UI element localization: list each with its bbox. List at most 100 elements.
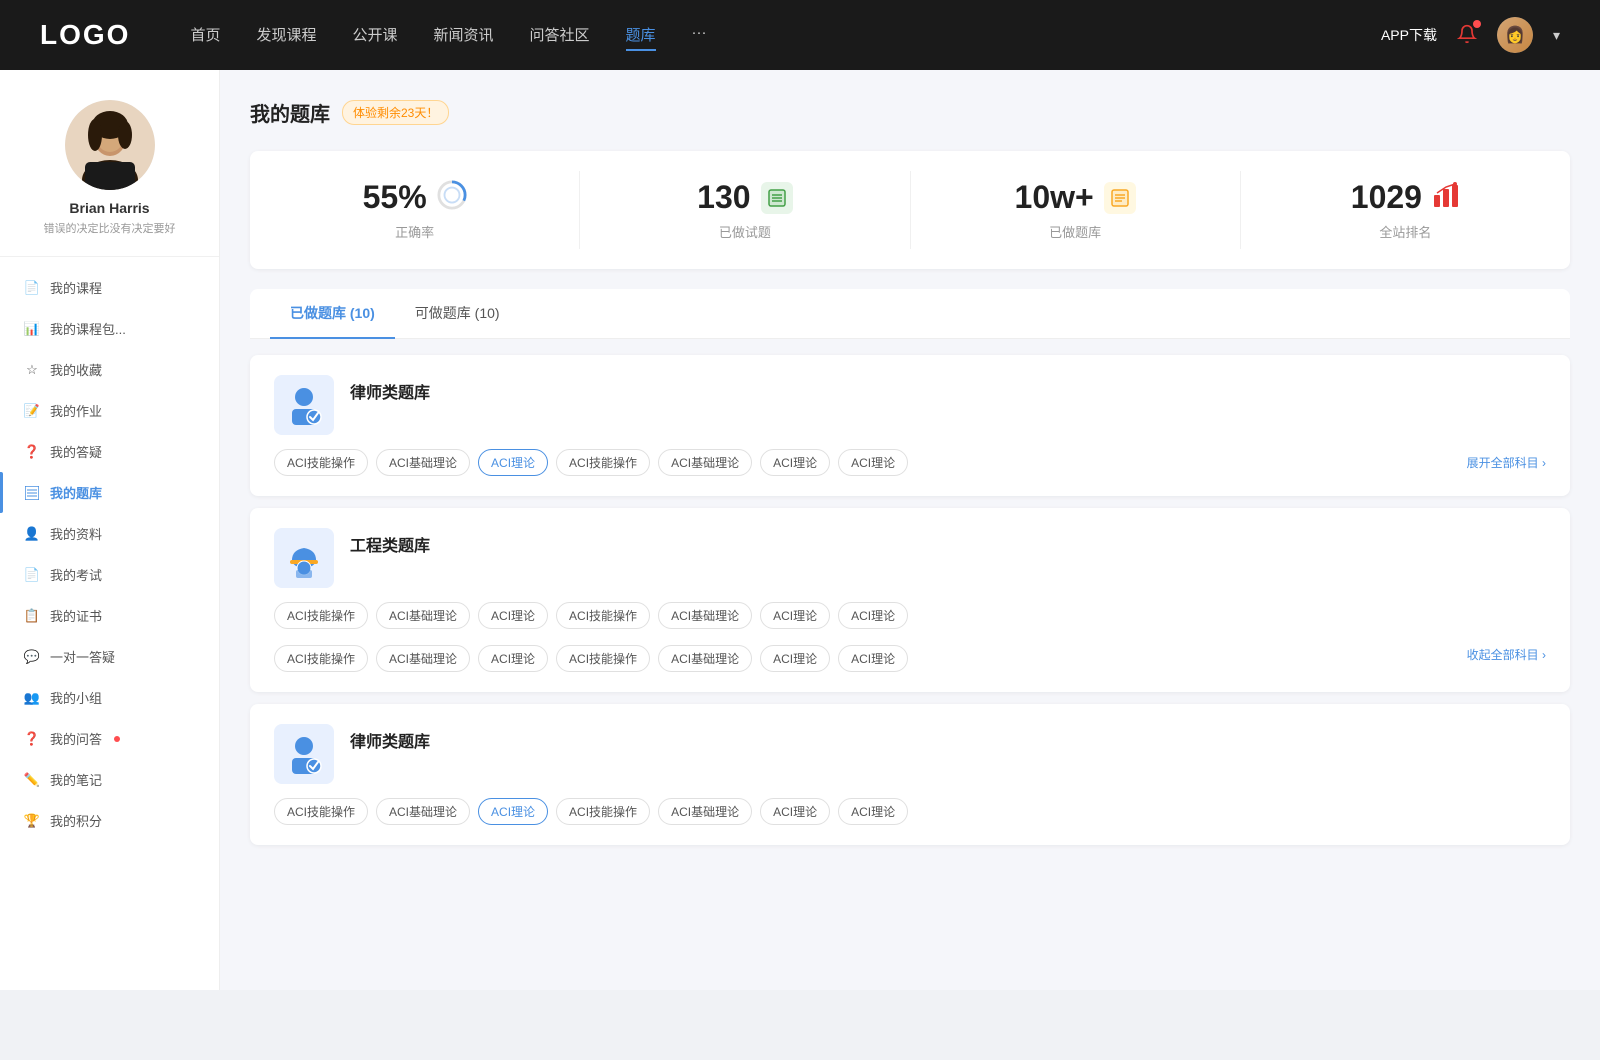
tag-2r2-6[interactable]: ACI理论	[838, 645, 908, 672]
qbank-icon	[24, 485, 40, 501]
1on1-icon: 💬	[24, 649, 40, 665]
sidebar-item-exam[interactable]: 📄 我的考试	[0, 554, 219, 595]
tag-1-2[interactable]: ACI理论	[478, 449, 548, 476]
tag-1-1[interactable]: ACI基础理论	[376, 449, 470, 476]
app-download-button[interactable]: APP下载	[1381, 25, 1437, 45]
tag-1-0[interactable]: ACI技能操作	[274, 449, 368, 476]
rank-label: 全站排名	[1261, 222, 1550, 241]
tag-3-3[interactable]: ACI技能操作	[556, 798, 650, 825]
sidebar-item-coursepackage[interactable]: 📊 我的课程包...	[0, 308, 219, 349]
tag-2-6[interactable]: ACI理论	[838, 602, 908, 629]
certificate-icon: 📋	[24, 608, 40, 624]
trial-badge: 体验剩余23天！	[342, 100, 449, 125]
sidebar-item-certificate[interactable]: 📋 我的证书	[0, 595, 219, 636]
tag-2r2-4[interactable]: ACI基础理论	[658, 645, 752, 672]
tag-3-2[interactable]: ACI理论	[478, 798, 548, 825]
myqa-icon: ❓	[24, 731, 40, 747]
nav-discover[interactable]: 发现课程	[256, 20, 316, 51]
stat-done-banks: 10w+ 已做题库	[911, 171, 1241, 249]
qbank-tags-2-row2: ACI技能操作 ACI基础理论 ACI理论 ACI技能操作 ACI基础理论 AC…	[274, 645, 908, 672]
notification-badge	[1473, 20, 1481, 28]
sidebar-item-1on1[interactable]: 💬 一对一答疑	[0, 636, 219, 677]
stat-accuracy: 55% 正确率	[250, 171, 580, 249]
tag-3-4[interactable]: ACI基础理论	[658, 798, 752, 825]
nav-home[interactable]: 首页	[190, 20, 220, 51]
navbar-right: APP下载 👩 ▾	[1381, 17, 1560, 53]
collapse-link-2[interactable]: 收起全部科目 ›	[1467, 646, 1546, 663]
tag-3-1[interactable]: ACI基础理论	[376, 798, 470, 825]
sidebar-item-notes[interactable]: ✏️ 我的笔记	[0, 759, 219, 800]
tag-1-4[interactable]: ACI基础理论	[658, 449, 752, 476]
expand-link-1[interactable]: 展开全部科目 ›	[1467, 454, 1546, 471]
qbank-icon-lawyer-1	[274, 375, 334, 435]
sidebar-item-profile[interactable]: 👤 我的资料	[0, 513, 219, 554]
tag-2-5[interactable]: ACI理论	[760, 602, 830, 629]
qbank-title-1: 律师类题库	[350, 375, 430, 403]
tag-2r2-0[interactable]: ACI技能操作	[274, 645, 368, 672]
stat-done-questions: 130 已做试题	[580, 171, 910, 249]
profile-avatar	[65, 100, 155, 190]
sidebar-item-answers[interactable]: ❓ 我的答疑	[0, 431, 219, 472]
homework-icon: 📝	[24, 403, 40, 419]
tag-2-0[interactable]: ACI技能操作	[274, 602, 368, 629]
accuracy-label: 正确率	[270, 222, 559, 241]
tab-done[interactable]: 已做题库 (10)	[270, 289, 395, 339]
tag-1-6[interactable]: ACI理论	[838, 449, 908, 476]
tag-2-3[interactable]: ACI技能操作	[556, 602, 650, 629]
sidebar-item-homework[interactable]: 📝 我的作业	[0, 390, 219, 431]
nav-qa[interactable]: 问答社区	[530, 20, 590, 51]
favorites-icon: ☆	[24, 362, 40, 378]
sidebar-item-group[interactable]: 👥 我的小组	[0, 677, 219, 718]
done-banks-icon	[1104, 182, 1136, 214]
tag-3-0[interactable]: ACI技能操作	[274, 798, 368, 825]
tag-1-3[interactable]: ACI技能操作	[556, 449, 650, 476]
done-banks-value: 10w+	[1015, 179, 1094, 216]
tab-available[interactable]: 可做题库 (10)	[395, 289, 520, 339]
nav-qbank[interactable]: 题库	[626, 20, 656, 51]
done-banks-label: 已做题库	[931, 222, 1220, 241]
notes-icon: ✏️	[24, 772, 40, 788]
sidebar-item-qbank[interactable]: 我的题库	[0, 472, 219, 513]
nav-more[interactable]: ···	[692, 20, 707, 51]
sidebar-item-favorites[interactable]: ☆ 我的收藏	[0, 349, 219, 390]
group-icon: 👥	[24, 690, 40, 706]
main-content: 我的题库 体验剩余23天！ 55% 正确率	[220, 70, 1600, 990]
qbank-icon-lawyer-2	[274, 724, 334, 784]
user-avatar[interactable]: 👩	[1497, 17, 1533, 53]
tag-3-5[interactable]: ACI理论	[760, 798, 830, 825]
qbank-title-3: 律师类题库	[350, 724, 430, 752]
sidebar-item-myqa[interactable]: ❓ 我的问答	[0, 718, 219, 759]
sidebar-item-mycourse[interactable]: 📄 我的课程	[0, 267, 219, 308]
tag-2r2-2[interactable]: ACI理论	[478, 645, 548, 672]
rank-icon	[1432, 181, 1460, 214]
navbar: LOGO 首页 发现课程 公开课 新闻资讯 问答社区 题库 ··· APP下载 …	[0, 0, 1600, 70]
done-questions-value: 130	[697, 179, 750, 216]
rank-value: 1029	[1351, 179, 1422, 216]
qbank-icon-engineer	[274, 528, 334, 588]
logo: LOGO	[40, 19, 130, 51]
qa-notification-dot	[114, 736, 120, 742]
page-wrap: Brian Harris 错误的决定比没有决定要好 📄 我的课程 📊 我的课程包…	[0, 70, 1600, 990]
tag-2r2-3[interactable]: ACI技能操作	[556, 645, 650, 672]
notification-bell[interactable]	[1457, 24, 1477, 47]
user-menu-chevron[interactable]: ▾	[1553, 27, 1560, 44]
tag-2r2-1[interactable]: ACI基础理论	[376, 645, 470, 672]
tag-3-6[interactable]: ACI理论	[838, 798, 908, 825]
qbank-tags-1: ACI技能操作 ACI基础理论 ACI理论 ACI技能操作 ACI基础理论 AC…	[274, 449, 908, 476]
tabs-row: 已做题库 (10) 可做题库 (10)	[250, 289, 1570, 339]
avatar-image: 👩	[1497, 17, 1533, 53]
nav-news[interactable]: 新闻资讯	[434, 20, 494, 51]
nav-menu: 首页 发现课程 公开课 新闻资讯 问答社区 题库 ···	[190, 20, 1381, 51]
sidebar-menu: 📄 我的课程 📊 我的课程包... ☆ 我的收藏 📝 我的作业 ❓ 我的答疑	[0, 267, 219, 841]
tag-2-1[interactable]: ACI基础理论	[376, 602, 470, 629]
tag-2-2[interactable]: ACI理论	[478, 602, 548, 629]
qbank-card-lawyer-1: 律师类题库 ACI技能操作 ACI基础理论 ACI理论 ACI技能操作 ACI基…	[250, 355, 1570, 496]
qbank-tags-3: ACI技能操作 ACI基础理论 ACI理论 ACI技能操作 ACI基础理论 AC…	[274, 798, 908, 825]
points-icon: 🏆	[24, 813, 40, 829]
nav-opencourse[interactable]: 公开课	[352, 20, 397, 51]
tag-2-4[interactable]: ACI基础理论	[658, 602, 752, 629]
page-header: 我的题库 体验剩余23天！	[250, 98, 1570, 127]
sidebar-item-points[interactable]: 🏆 我的积分	[0, 800, 219, 841]
tag-2r2-5[interactable]: ACI理论	[760, 645, 830, 672]
tag-1-5[interactable]: ACI理论	[760, 449, 830, 476]
